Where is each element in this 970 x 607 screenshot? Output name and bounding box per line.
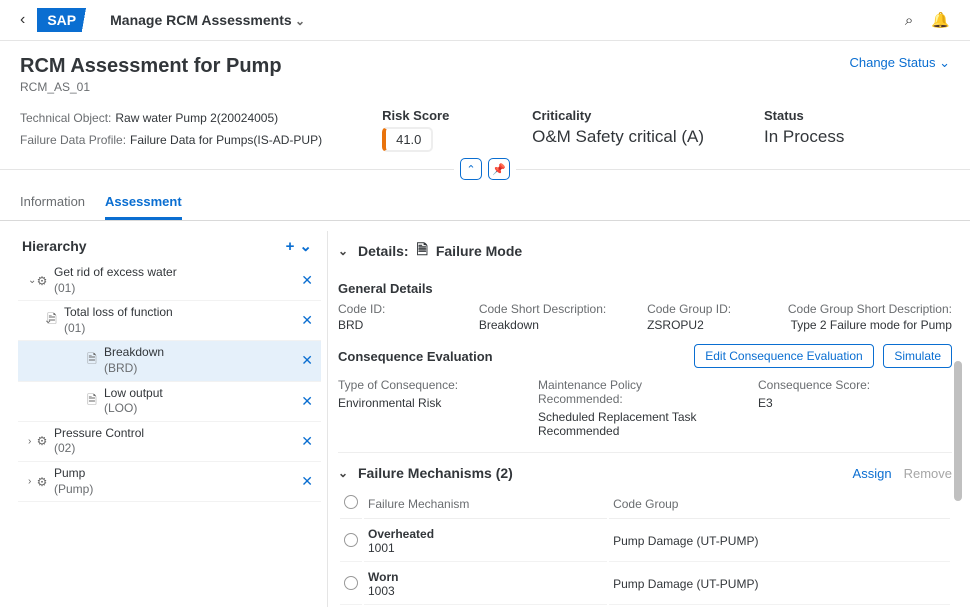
notifications-icon[interactable]: 🔔	[931, 11, 950, 29]
tree-node-label[interactable]: Get rid of excess water	[54, 265, 177, 279]
expand-icon[interactable]: ›	[20, 476, 34, 487]
criticality-label: Criticality	[532, 108, 704, 123]
mechanism-name[interactable]: Overheated	[368, 527, 434, 541]
status-label: Status	[764, 108, 854, 123]
col-failure-mechanism: Failure Mechanism	[364, 489, 607, 519]
remove-link: Remove	[904, 466, 952, 481]
code-group-short-desc-value: Type 2 Failure mode for Pump	[788, 318, 952, 332]
change-status-button[interactable]: Change Status	[849, 55, 950, 71]
pin-header-button[interactable]: 📌	[488, 158, 510, 180]
code-id-value: BRD	[338, 318, 438, 332]
table-row: Worn1003 Pump Damage (UT-PUMP)	[340, 564, 950, 605]
mechanism-group: Pump Damage (UT-PUMP)	[609, 521, 950, 562]
tab-information[interactable]: Information	[20, 186, 85, 220]
function-icon: ⚙	[34, 274, 50, 288]
page-subtitle: RCM_AS_01	[20, 80, 282, 94]
code-group-short-desc-label: Code Group Short Description:	[788, 302, 952, 316]
expand-icon[interactable]: ⌄	[20, 275, 34, 286]
delete-node-button[interactable]: ✕	[295, 473, 319, 490]
failure-mechanisms-heading: Failure Mechanisms (2)	[358, 465, 513, 481]
code-short-desc-value: Breakdown	[479, 318, 606, 332]
collapse-details-icon[interactable]: ⌄	[338, 244, 350, 258]
delete-node-button[interactable]: ✕	[295, 393, 319, 410]
details-title-prefix: Details:	[358, 243, 409, 259]
type-consequence-value: Environmental Risk	[338, 396, 498, 410]
mechanism-name[interactable]: Worn	[368, 570, 398, 584]
delete-node-button[interactable]: ✕	[295, 312, 319, 329]
col-code-group: Code Group	[609, 489, 950, 519]
tree-node-label[interactable]: Total loss of function	[64, 305, 173, 319]
page-title: RCM Assessment for Pump	[20, 55, 282, 78]
type-consequence-label: Type of Consequence:	[338, 378, 498, 392]
row-radio[interactable]	[344, 576, 358, 590]
simulate-button[interactable]: Simulate	[883, 344, 952, 368]
tree-node-label[interactable]: Pump	[54, 466, 85, 480]
row-radio[interactable]	[344, 533, 358, 547]
mechanism-code: 1001	[368, 541, 395, 555]
hierarchy-add-button[interactable]: +	[286, 238, 300, 255]
risk-score-value: 41.0	[382, 127, 433, 152]
app-title-dropdown[interactable]: Manage RCM Assessments	[110, 12, 305, 28]
consequence-eval-heading: Consequence Evaluation	[338, 349, 493, 364]
mode-icon: 🗎	[84, 350, 100, 371]
assign-link[interactable]: Assign	[853, 466, 892, 481]
delete-node-button[interactable]: ✕	[295, 272, 319, 289]
failure-mode-icon: 🗎	[417, 239, 428, 263]
fdp-value: Failure Data for Pumps(IS-AD-PUP)	[130, 133, 322, 147]
delete-node-button[interactable]: ✕	[295, 433, 319, 450]
back-button[interactable]: ‹	[20, 11, 25, 29]
delete-node-button[interactable]: ✕	[295, 352, 319, 369]
tab-assessment[interactable]: Assessment	[105, 186, 182, 220]
scrollbar[interactable]	[954, 361, 962, 501]
search-icon[interactable]: ⌕	[905, 12, 913, 29]
hierarchy-more-button[interactable]: ⌄	[299, 238, 317, 255]
criticality-value: O&M Safety critical (A)	[532, 127, 704, 147]
sap-logo: SAP	[37, 8, 94, 32]
table-row: Overheated1001 Pump Damage (UT-PUMP)	[340, 521, 950, 562]
function-icon: ⚙	[34, 475, 50, 489]
select-all-radio[interactable]	[344, 495, 358, 509]
collapse-mechanisms-icon[interactable]: ⌄	[338, 466, 350, 480]
general-details-heading: General Details	[338, 281, 952, 296]
mode-icon: 🗎	[84, 391, 100, 412]
details-title: Failure Mode	[436, 243, 522, 259]
mechanism-code: 1003	[368, 584, 395, 598]
tech-obj-label: Technical Object:	[20, 111, 111, 125]
consequence-score-value: E3	[758, 396, 870, 410]
tree-node-label[interactable]: Pressure Control	[54, 426, 144, 440]
tech-obj-value: Raw water Pump 2(20024005)	[115, 111, 278, 125]
mechanism-group: Pump Damage (UT-PUMP)	[609, 564, 950, 605]
code-short-desc-label: Code Short Description:	[479, 302, 606, 316]
collapse-header-button[interactable]: ⌃	[460, 158, 482, 180]
function-icon: ⚙	[34, 434, 50, 448]
expand-icon[interactable]: ›	[20, 436, 34, 447]
fdp-label: Failure Data Profile:	[20, 133, 126, 147]
code-group-id-label: Code Group ID:	[647, 302, 747, 316]
risk-score-label: Risk Score	[382, 108, 472, 123]
code-id-label: Code ID:	[338, 302, 438, 316]
failure-icon: 🗎	[44, 310, 60, 331]
tree-node-label[interactable]: Breakdown	[104, 345, 164, 359]
maint-policy-value: Scheduled Replacement Task Recommended	[538, 410, 718, 438]
expand-icon[interactable]: ⌄	[20, 315, 44, 326]
edit-consequence-button[interactable]: Edit Consequence Evaluation	[694, 344, 873, 368]
hierarchy-title: Hierarchy	[22, 238, 87, 254]
code-group-id-value: ZSROPU2	[647, 318, 747, 332]
status-value: In Process	[764, 127, 854, 147]
consequence-score-label: Consequence Score:	[758, 378, 870, 392]
maint-policy-label: Maintenance Policy Recommended:	[538, 378, 718, 406]
tree-node-label[interactable]: Low output	[104, 386, 163, 400]
